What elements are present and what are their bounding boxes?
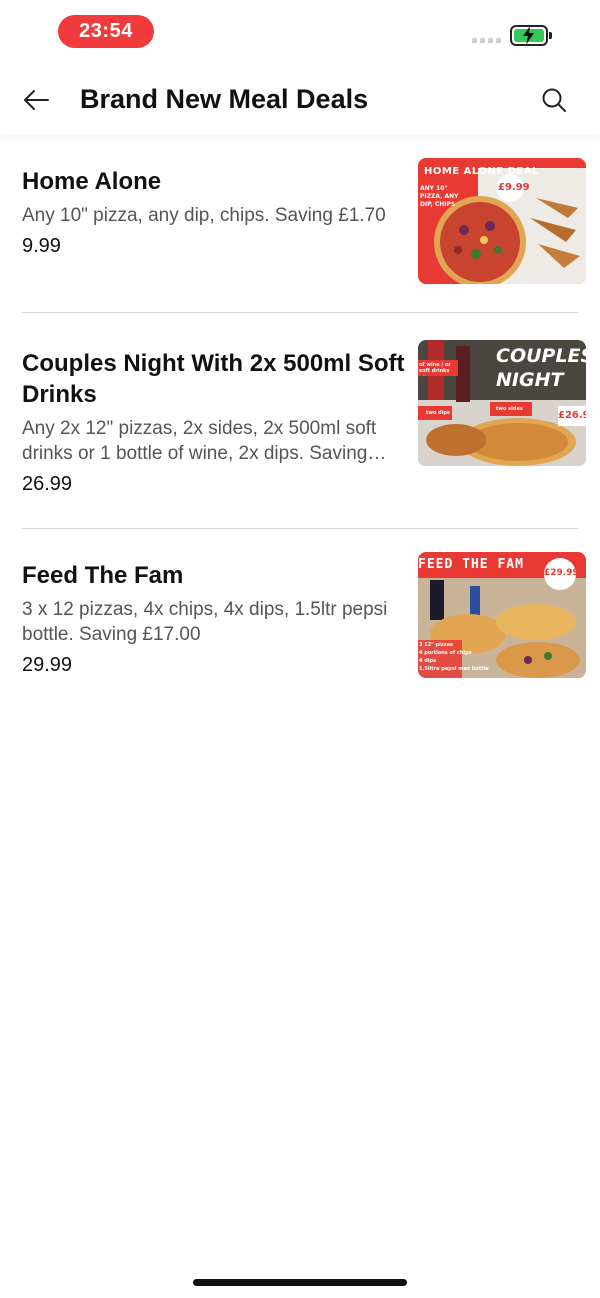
deal-list: Home Alone Any 10" pizza, any dip, chips… [0,134,600,708]
image-banner: COUPLES NIGHT [496,345,586,391]
image-label: 1.5litre pepsi max bottle [419,666,489,672]
deal-price: 29.99 [22,654,73,676]
deal-item-home-alone[interactable]: Home Alone Any 10" pizza, any dip, chips… [0,134,600,313]
image-banner: HOME ALONE DEAL [424,166,539,177]
image-price-tag: £26.9 [558,410,586,421]
deal-price: 9.99 [22,235,61,257]
arrow-left-icon [24,90,49,110]
deal-image-couples-night[interactable]: COUPLES NIGHT £26.9 of wine / or soft dr… [418,340,586,466]
image-banner: FEED THE FAM [418,557,524,572]
image-label: of wine / or soft drinks [419,362,451,374]
battery-icon [510,25,552,46]
deal-description: 3 x 12 pizzas, 4x chips, 4x dips, 1.5ltr… [22,599,388,645]
deal-image-feed-the-fam[interactable]: FEED THE FAM £29.99 3 12" pizzas 4 porti… [418,552,586,678]
image-price-tag: £9.99 [498,182,530,193]
home-indicator[interactable] [193,1279,407,1286]
page-title: Brand New Meal Deals [80,84,369,114]
status-time: 23:54 [58,15,154,48]
search-icon [542,88,566,112]
deal-item-couples-night[interactable]: Couples Night With 2x 500ml Soft Drinks … [0,312,600,529]
deal-description: Any 10" pizza, any dip, chips. Saving £1… [22,205,386,226]
search-button[interactable] [536,82,572,118]
deal-price: 26.99 [22,473,73,495]
image-label: two sides [496,406,523,412]
image-price-tag: £29.99 [544,568,579,578]
signal-icon [472,38,501,43]
deal-name: Couples Night With 2x 500ml Soft Drinks [22,350,405,408]
back-button[interactable] [18,82,54,118]
image-label: 4 dips [419,658,437,664]
image-label: 3 12" pizzas [419,642,453,648]
status-bar: 23:54 [0,0,600,64]
deal-item-feed-the-fam[interactable]: Feed The Fam 3 x 12 pizzas, 4x chips, 4x… [0,528,600,708]
image-label: 4 portions of chips [419,650,472,656]
deal-name: Home Alone [22,168,162,195]
deal-description: Any 2x 12" pizzas, 2x sides, 2x 500ml so… [22,418,387,464]
image-caption: ANY 10" PIZZA, ANY DIP, CHIPS [420,185,459,208]
deal-image-home-alone[interactable]: HOME ALONE DEAL ANY 10" PIZZA, ANY DIP, … [418,158,586,284]
image-label: two dips [426,410,451,416]
app-header: Brand New Meal Deals [0,64,600,134]
deal-name: Feed The Fam [22,562,184,589]
